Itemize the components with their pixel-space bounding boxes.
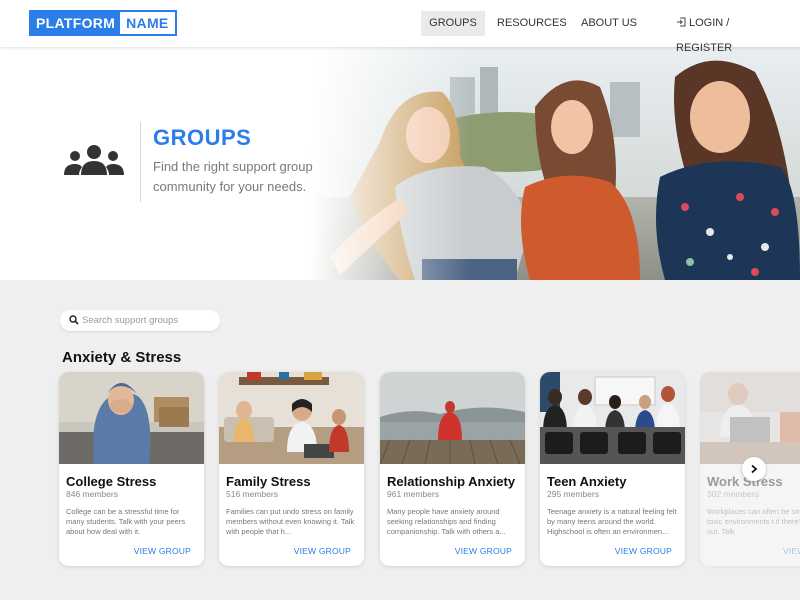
login-register-link[interactable]: LOGIN / REGISTER: [676, 11, 776, 54]
card-members: 846 members: [66, 489, 118, 499]
view-group-button[interactable]: VIEW: [783, 546, 800, 556]
search-icon: [69, 315, 79, 325]
logo-part-1: PLATFORM: [31, 12, 121, 34]
group-card-teen-anxiety[interactable]: Teen Anxiety 295 members Teenage anxiety…: [540, 372, 685, 566]
card-members: 516 members: [226, 489, 278, 499]
carousel-next-button[interactable]: [742, 457, 766, 481]
section-title: Anxiety & Stress: [62, 349, 182, 366]
card-image: [700, 372, 800, 464]
group-card-relationship-anxiety[interactable]: Relationship Anxiety 961 members Many pe…: [380, 372, 525, 566]
page-subtitle: Find the right support group community f…: [153, 159, 313, 194]
search-input[interactable]: [82, 313, 212, 328]
view-group-button[interactable]: VIEW GROUP: [615, 546, 672, 556]
card-image: [380, 372, 525, 464]
login-icon: [677, 17, 686, 27]
card-title: Relationship Anxiety: [387, 474, 516, 489]
logo-part-2: NAME: [120, 12, 175, 34]
view-group-button[interactable]: VIEW GROUP: [455, 546, 512, 556]
platform-logo[interactable]: PLATFORM NAME: [29, 10, 177, 36]
card-members: 961 members: [387, 489, 439, 499]
card-members: 295 members: [547, 489, 599, 499]
view-group-button[interactable]: VIEW GROUP: [294, 546, 351, 556]
card-title: College Stress: [66, 474, 157, 489]
card-title: Family Stress: [226, 474, 311, 489]
view-group-button[interactable]: VIEW GROUP: [134, 546, 191, 556]
group-card-college-stress[interactable]: College Stress 846 members College can b…: [59, 372, 204, 566]
page-title: GROUPS: [153, 125, 252, 150]
card-description: College can be a stressful time for many…: [66, 507, 186, 536]
card-description: Families can put undo stress on family m…: [226, 507, 355, 536]
card-title: Teen Anxiety: [547, 474, 627, 489]
chevron-right-icon: [751, 464, 758, 474]
search-box[interactable]: [60, 310, 220, 331]
hero-photo: [310, 47, 800, 280]
top-nav-bar: PLATFORM NAME GROUPS RESOURCES ABOUT US …: [0, 0, 800, 54]
card-description: Workplaces can often be stressful and to…: [707, 507, 800, 536]
group-icon: [64, 145, 124, 175]
hero-divider: [140, 122, 141, 202]
hero-banner: GROUPS Find the right support group comm…: [0, 47, 800, 280]
card-image: [219, 372, 364, 464]
card-image: [59, 372, 204, 464]
card-members: 302 members: [707, 489, 759, 499]
group-card-family-stress[interactable]: Family Stress 516 members Families can p…: [219, 372, 364, 566]
nav-resources[interactable]: RESOURCES: [497, 11, 567, 36]
card-description: Teenage anxiety is a natural feeling fel…: [547, 507, 677, 536]
card-image: [540, 372, 685, 464]
nav-about-us[interactable]: ABOUT US: [580, 11, 638, 36]
card-description: Many people have anxiety around seeking …: [387, 507, 506, 536]
nav-groups[interactable]: GROUPS: [421, 11, 485, 36]
